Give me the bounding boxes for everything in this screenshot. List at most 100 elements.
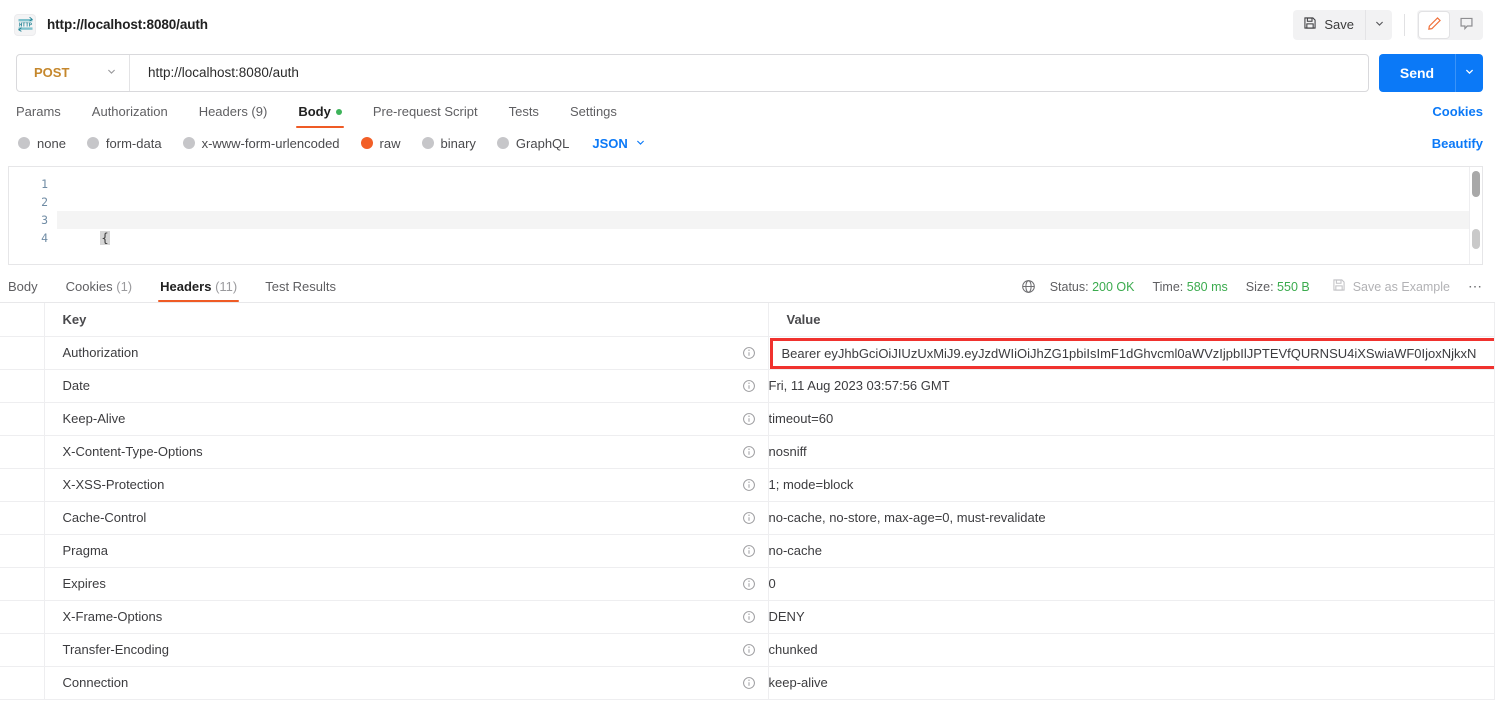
response-status-bar: Status: 200 OK Time: 580 ms Size: 550 B … [1021,278,1483,302]
table-row[interactable]: Expires 0 [0,567,1495,601]
save-as-example-label: Save as Example [1352,279,1450,294]
request-tabs: Params Authorization Headers (9) Body Pr… [0,96,1495,128]
body-type-raw-label: raw [379,135,401,151]
tab-headers[interactable]: Headers (9) [199,104,268,128]
body-type-form-data[interactable]: form-data [86,136,162,151]
response-tab-test-results[interactable]: Test Results [265,279,336,302]
top-bar-actions: Save [1293,9,1483,40]
info-icon[interactable] [742,676,756,690]
response-tab-cookies[interactable]: Cookies (1) [66,279,132,302]
body-type-graphql[interactable]: GraphQL [496,136,569,151]
body-format-select[interactable]: JSON [592,136,645,151]
info-icon[interactable] [742,346,756,360]
body-type-binary[interactable]: binary [421,136,476,151]
edit-mode-button[interactable] [1419,11,1449,38]
row-gutter [0,369,45,403]
table-row[interactable]: Connection keep-alive [0,666,1495,700]
send-dropdown-button[interactable] [1455,53,1483,92]
save-as-example-button[interactable]: Save as Example [1332,278,1450,295]
toolbar-divider [1404,13,1405,36]
table-row[interactable]: X-Content-Type-Options nosniff [0,435,1495,469]
info-icon[interactable] [742,445,756,459]
row-gutter [0,468,45,502]
url-input[interactable]: http://localhost:8080/auth [130,55,1368,91]
chevron-down-icon [1374,17,1385,32]
header-value-cell: nosniff [768,435,1495,469]
header-key-label: Keep-Alive [62,411,126,426]
radio-icon [86,137,99,149]
header-value-cell: no-cache [768,534,1495,568]
header-key-cell: Date [44,369,769,403]
table-row[interactable]: Transfer-Encoding chunked [0,633,1495,667]
tab-pre-request-script-label: Pre-request Script [372,104,478,119]
response-tab-headers[interactable]: Headers (11) [158,279,240,302]
save-button[interactable]: Save [1293,10,1365,40]
request-body-editor[interactable]: 1 2 3 4 { ····"username":"admin", ····"p… [8,166,1483,265]
table-row[interactable]: Pragma no-cache [0,534,1495,568]
table-header-row: Key Value [0,303,1495,337]
info-icon[interactable] [742,478,756,492]
code-brace: { [100,231,110,245]
table-body: Authorization Bearer eyJhbGciOiJIUzUxMiJ… [0,336,1495,700]
editor-code-area[interactable]: { ····"username":"admin", ····"password"… [57,167,1482,264]
response-tab-cookies-label: Cookies [65,279,113,294]
response-tab-headers-label: Headers [160,279,212,294]
header-value-cell: Bearer eyJhbGciOiJIUzUxMiJ9.eyJzdWIiOiJh… [768,336,1495,370]
response-tab-cookies-count: (1) [116,279,133,294]
header-value-cell: chunked [768,633,1495,667]
cookies-link[interactable]: Cookies [1432,104,1483,128]
table-row[interactable]: Cache-Control no-cache, no-store, max-ag… [0,501,1495,535]
info-icon[interactable] [742,511,756,525]
http-method-select[interactable]: POST [17,54,130,91]
response-tab-body[interactable]: Body [8,279,38,302]
send-button-group: Send [1379,53,1483,92]
header-key-cell: Expires [44,567,769,601]
three-dots-icon[interactable]: ⋯ [1468,278,1483,295]
body-type-options: none form-data x-www-form-urlencoded raw… [0,128,1495,158]
top-bar: HTTP http://localhost:8080/auth Save [0,0,1495,49]
response-time: Time: 580 ms [1152,280,1227,294]
response-headers-table-wrap: Key Value Authorization Bearer eyJhbGciO… [0,302,1495,700]
view-mode-toggle-group [1417,9,1483,40]
beautify-link[interactable]: Beautify [1432,136,1483,151]
editor-scrollbar-thumb[interactable] [1472,171,1480,197]
radio-icon [182,137,195,149]
info-icon[interactable] [742,577,756,591]
editor-scrollbar[interactable] [1469,167,1482,264]
table-row[interactable]: X-XSS-Protection 1; mode=block [0,468,1495,502]
floppy-disk-icon [1332,278,1346,295]
header-key-cell: Cache-Control [44,501,769,535]
tab-pre-request-script[interactable]: Pre-request Script [373,104,478,128]
send-button[interactable]: Send [1379,54,1455,92]
row-gutter [0,600,45,634]
info-icon[interactable] [742,379,756,393]
info-icon[interactable] [742,544,756,558]
body-type-urlencoded[interactable]: x-www-form-urlencoded [182,136,340,151]
editor-scrollbar-thumb-secondary[interactable] [1472,229,1480,249]
row-gutter [0,666,45,700]
floppy-disk-icon [1303,16,1317,33]
body-type-raw[interactable]: raw [360,135,401,151]
table-row[interactable]: X-Frame-Options DENY [0,600,1495,634]
save-dropdown-button[interactable] [1365,9,1392,40]
tab-body[interactable]: Body [296,104,344,128]
info-icon[interactable] [742,643,756,657]
tab-authorization[interactable]: Authorization [92,104,168,128]
header-value-cell: timeout=60 [768,402,1495,436]
tab-params[interactable]: Params [16,104,61,128]
table-row[interactable]: Keep-Alive timeout=60 [0,402,1495,436]
tab-tests[interactable]: Tests [509,104,539,128]
body-type-none[interactable]: none [18,136,66,151]
table-row[interactable]: Date Fri, 11 Aug 2023 03:57:56 GMT [0,369,1495,403]
highlighted-authorization-value: Bearer eyJhbGciOiJIUzUxMiJ9.eyJzdWIiOiJh… [769,337,1494,368]
radio-selected-icon [360,137,373,149]
body-type-none-label: none [37,135,66,151]
http-method-label: POST [34,65,70,80]
comment-button[interactable] [1451,12,1481,38]
info-icon[interactable] [742,412,756,426]
info-icon[interactable] [742,610,756,624]
tab-headers-label: Headers (9) [198,104,268,119]
size-value: 550 B [1277,279,1310,294]
tab-settings[interactable]: Settings [570,104,617,128]
table-row[interactable]: Authorization Bearer eyJhbGciOiJIUzUxMiJ… [0,336,1495,370]
